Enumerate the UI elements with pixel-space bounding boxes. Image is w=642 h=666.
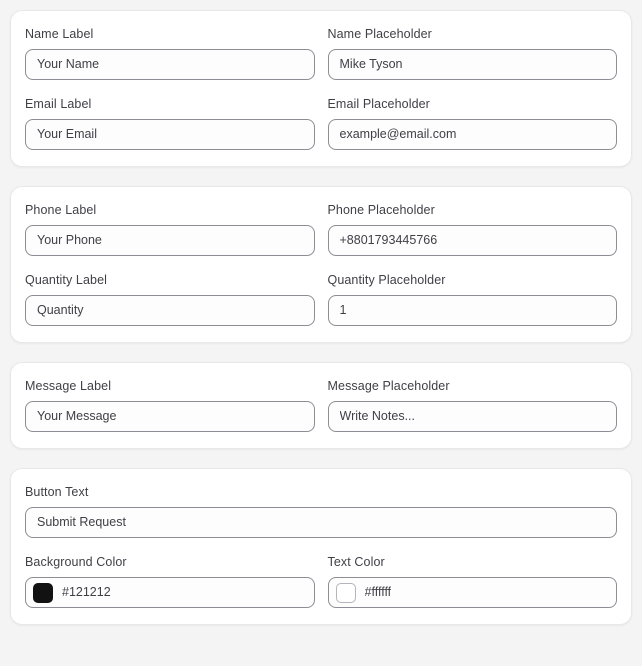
email-label-input[interactable]: Your Email (25, 119, 315, 150)
field-row: Phone Label Your Phone Phone Placeholder +8… (25, 203, 617, 256)
phone-label-label: Phone Label (25, 203, 97, 217)
background-color-swatch-icon[interactable] (33, 582, 53, 603)
phone-placeholder-input[interactable]: +8801793445766 (327, 225, 617, 256)
field-message-placeholder: Message Placeholder Write Notes... (327, 379, 617, 432)
quantity-label-input[interactable]: Quantity (25, 295, 315, 326)
field-phone-placeholder: Phone Placeholder +8801793445766 (327, 203, 617, 256)
field-quantity-label: Quantity Label Quantity (25, 273, 315, 326)
name-label-value: Your Name (37, 57, 100, 71)
field-button-text: Button Text Submit Request (25, 485, 617, 538)
email-label-value: Your Email (37, 127, 97, 141)
button-text-value: Submit Request (37, 515, 126, 529)
email-placeholder-label: Email Placeholder (327, 97, 430, 111)
contact-details-card: Phone Label Your Phone Phone Placeholder +8… (10, 186, 632, 343)
background-color-label: Background Color (25, 555, 127, 569)
button-style-card: Button Text Submit Request Background Colo… (10, 468, 632, 625)
quantity-label-label: Quantity Label (25, 273, 108, 287)
field-row: Name Label Your Name Name Placeholder Mike … (25, 27, 617, 80)
field-background-color: Background Color #121212 (25, 555, 315, 608)
button-text-label: Button Text (25, 485, 89, 499)
text-color-input[interactable]: #ffffff (327, 577, 617, 608)
name-placeholder-value: Mike Tyson (339, 57, 403, 71)
message-placeholder-label: Message Placeholder (327, 379, 450, 393)
field-row: Message Label Your Message Message Placeho… (25, 379, 617, 432)
field-name-label: Name Label Your Name (25, 27, 315, 80)
text-color-value: #ffffff (364, 585, 392, 599)
field-row: Email Label Your Email Email Placeholder ex… (25, 97, 617, 150)
background-color-input[interactable]: #121212 (25, 577, 315, 608)
message-card: Message Label Your Message Message Placeho… (10, 362, 632, 449)
message-label-input[interactable]: Your Message (25, 401, 315, 432)
field-row: Background Color #121212 Text Color #ffffff (25, 555, 617, 608)
phone-placeholder-label: Phone Placeholder (327, 203, 435, 217)
message-label-label: Message Label (25, 379, 112, 393)
field-row: Quantity Label Quantity Quantity Placehold… (25, 273, 617, 326)
field-email-label: Email Label Your Email (25, 97, 315, 150)
button-text-input[interactable]: Submit Request (25, 507, 617, 538)
quantity-label-value: Quantity (37, 303, 84, 317)
field-row: Button Text Submit Request (25, 485, 617, 538)
field-email-placeholder: Email Placeholder example@email.com (327, 97, 617, 150)
field-name-placeholder: Name Placeholder Mike Tyson (327, 27, 617, 80)
quantity-placeholder-label: Quantity Placeholder (327, 273, 446, 287)
message-placeholder-input[interactable]: Write Notes... (327, 401, 617, 432)
field-text-color: Text Color #ffffff (327, 555, 617, 608)
field-message-label: Message Label Your Message (25, 379, 315, 432)
background-color-value: #121212 (62, 585, 111, 599)
name-label-input[interactable]: Your Name (25, 49, 315, 80)
phone-label-input[interactable]: Your Phone (25, 225, 315, 256)
text-color-swatch-icon[interactable] (335, 582, 356, 603)
email-placeholder-value: example@email.com (339, 127, 457, 141)
name-placeholder-input[interactable]: Mike Tyson (327, 49, 617, 80)
text-color-label: Text Color (327, 555, 385, 569)
field-phone-label: Phone Label Your Phone (25, 203, 315, 256)
settings-form-page: Name Label Your Name Name Placeholder Mike … (0, 0, 642, 666)
quantity-placeholder-input[interactable]: 1 (327, 295, 617, 326)
phone-label-value: Your Phone (37, 233, 102, 247)
contact-basic-card: Name Label Your Name Name Placeholder Mike … (10, 10, 632, 167)
field-quantity-placeholder: Quantity Placeholder 1 (327, 273, 617, 326)
email-placeholder-input[interactable]: example@email.com (327, 119, 617, 150)
name-placeholder-label: Name Placeholder (327, 27, 432, 41)
phone-placeholder-value: +8801793445766 (339, 233, 438, 247)
message-placeholder-value: Write Notes... (339, 409, 415, 423)
name-label-label: Name Label (25, 27, 94, 41)
quantity-placeholder-value: 1 (339, 303, 347, 317)
email-label-label: Email Label (25, 97, 92, 111)
message-label-value: Your Message (37, 409, 117, 423)
